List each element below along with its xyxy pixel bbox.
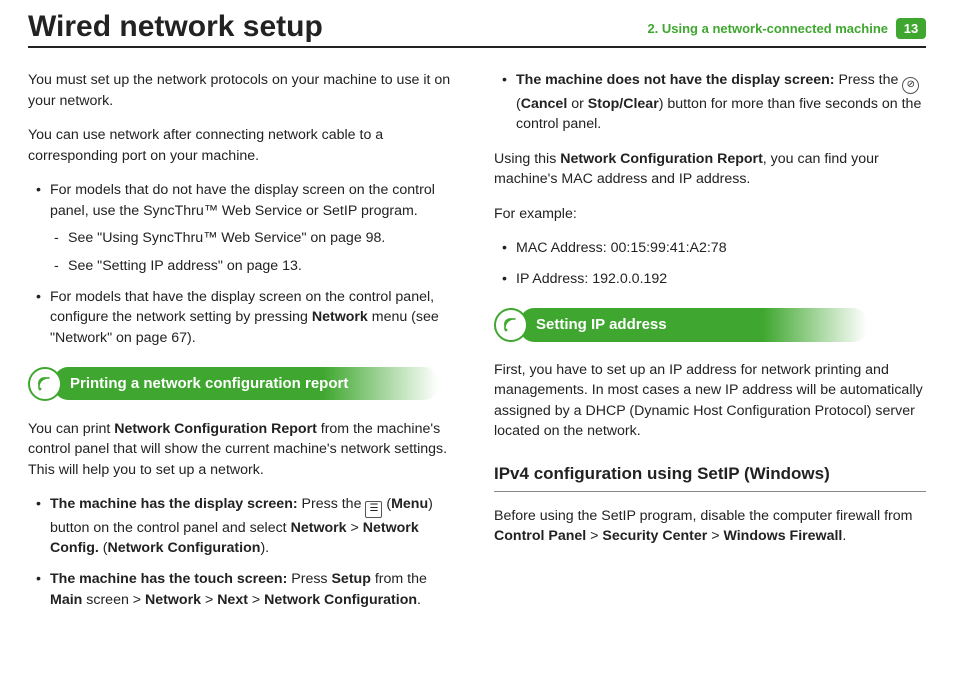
text: or bbox=[567, 96, 588, 112]
header-meta: 2. Using a network-connected machine 13 bbox=[647, 10, 926, 39]
text: Press bbox=[287, 571, 331, 587]
paragraph: Before using the SetIP program, disable … bbox=[494, 506, 926, 547]
bold-text: Network Configuration Report bbox=[114, 421, 317, 437]
paragraph: Using this Network Configuration Report,… bbox=[494, 149, 926, 190]
list-item: See "Setting IP address" on page 13. bbox=[50, 256, 460, 277]
section-heading-printing-report: Printing a network configuration report bbox=[28, 367, 460, 401]
bold-text: Main bbox=[50, 592, 82, 608]
bold-text: Cancel bbox=[521, 96, 568, 112]
list-item: The machine has the display screen: Pres… bbox=[28, 494, 460, 559]
page-header: Wired network setup 2. Using a network-c… bbox=[28, 10, 926, 48]
bold-text: Security Center bbox=[602, 528, 707, 544]
text: screen > bbox=[82, 592, 145, 608]
bold-text: Network Configuration bbox=[108, 540, 261, 556]
example-label: For example: bbox=[494, 204, 926, 225]
bold-text: Network bbox=[291, 520, 347, 536]
text: You can print bbox=[28, 421, 114, 437]
bold-text: Windows Firewall bbox=[723, 528, 842, 544]
list-item: The machine has the touch screen: Press … bbox=[28, 569, 460, 610]
bold-text: The machine does not have the display sc… bbox=[516, 72, 835, 88]
bold-text: The machine has the touch screen: bbox=[50, 571, 287, 587]
bold-text: Network Configuration Report bbox=[560, 151, 763, 167]
section-title: Printing a network configuration report bbox=[54, 367, 438, 401]
bold-text: Setup bbox=[331, 571, 370, 587]
section-paragraph: First, you have to set up an IP address … bbox=[494, 360, 926, 442]
list-item: MAC Address: 00:15:99:41:A2:78 bbox=[494, 238, 926, 259]
sub-list: See "Using SyncThru™ Web Service" on pag… bbox=[50, 228, 460, 277]
text: from the bbox=[371, 571, 427, 587]
right-column: The machine does not have the display sc… bbox=[494, 70, 926, 624]
intro-paragraph-2: You can use network after connecting net… bbox=[28, 125, 460, 166]
wifi-icon bbox=[28, 367, 62, 401]
bold-text: Network bbox=[145, 592, 201, 608]
bold-text: The machine has the display screen: bbox=[50, 496, 298, 512]
section-heading-setting-ip: Setting IP address bbox=[494, 308, 926, 342]
text: Using this bbox=[494, 151, 560, 167]
list-item: See "Using SyncThru™ Web Service" on pag… bbox=[50, 228, 460, 249]
section-title: Setting IP address bbox=[520, 308, 867, 342]
list-item: IP Address: 192.0.0.192 bbox=[494, 269, 926, 290]
instructions-list: The machine has the display screen: Pres… bbox=[28, 494, 460, 610]
notes-list: For models that do not have the display … bbox=[28, 180, 460, 348]
instructions-list-cont: The machine does not have the display sc… bbox=[494, 70, 926, 135]
intro-paragraph: You must set up the network protocols on… bbox=[28, 70, 460, 111]
list-item: The machine does not have the display sc… bbox=[494, 70, 926, 135]
chapter-label: 2. Using a network-connected machine bbox=[647, 21, 888, 36]
wifi-icon bbox=[494, 308, 528, 342]
text: Press the bbox=[298, 496, 366, 512]
bold-text: Menu bbox=[391, 496, 428, 512]
menu-icon: ☰ bbox=[365, 501, 382, 518]
page-title: Wired network setup bbox=[28, 10, 323, 44]
text: Before using the SetIP program, disable … bbox=[494, 508, 912, 524]
left-column: You must set up the network protocols on… bbox=[28, 70, 460, 624]
bold-text: Network bbox=[312, 309, 368, 325]
bold-text: Stop/Clear bbox=[588, 96, 659, 112]
cancel-icon: ⊘ bbox=[902, 77, 919, 94]
list-text: For models that do not have the display … bbox=[50, 182, 435, 219]
bold-text: Network Configuration bbox=[264, 592, 417, 608]
list-item: For models that have the display screen … bbox=[28, 287, 460, 349]
section-paragraph: You can print Network Configuration Repo… bbox=[28, 419, 460, 481]
bold-text: Next bbox=[217, 592, 248, 608]
page: Wired network setup 2. Using a network-c… bbox=[0, 0, 954, 675]
page-number-badge: 13 bbox=[896, 18, 926, 39]
list-item: For models that do not have the display … bbox=[28, 180, 460, 276]
content-columns: You must set up the network protocols on… bbox=[28, 70, 926, 624]
bold-text: Control Panel bbox=[494, 528, 586, 544]
example-list: MAC Address: 00:15:99:41:A2:78 IP Addres… bbox=[494, 238, 926, 289]
text: Press the bbox=[835, 72, 903, 88]
sub-heading-ipv4: IPv4 configuration using SetIP (Windows) bbox=[494, 462, 926, 492]
